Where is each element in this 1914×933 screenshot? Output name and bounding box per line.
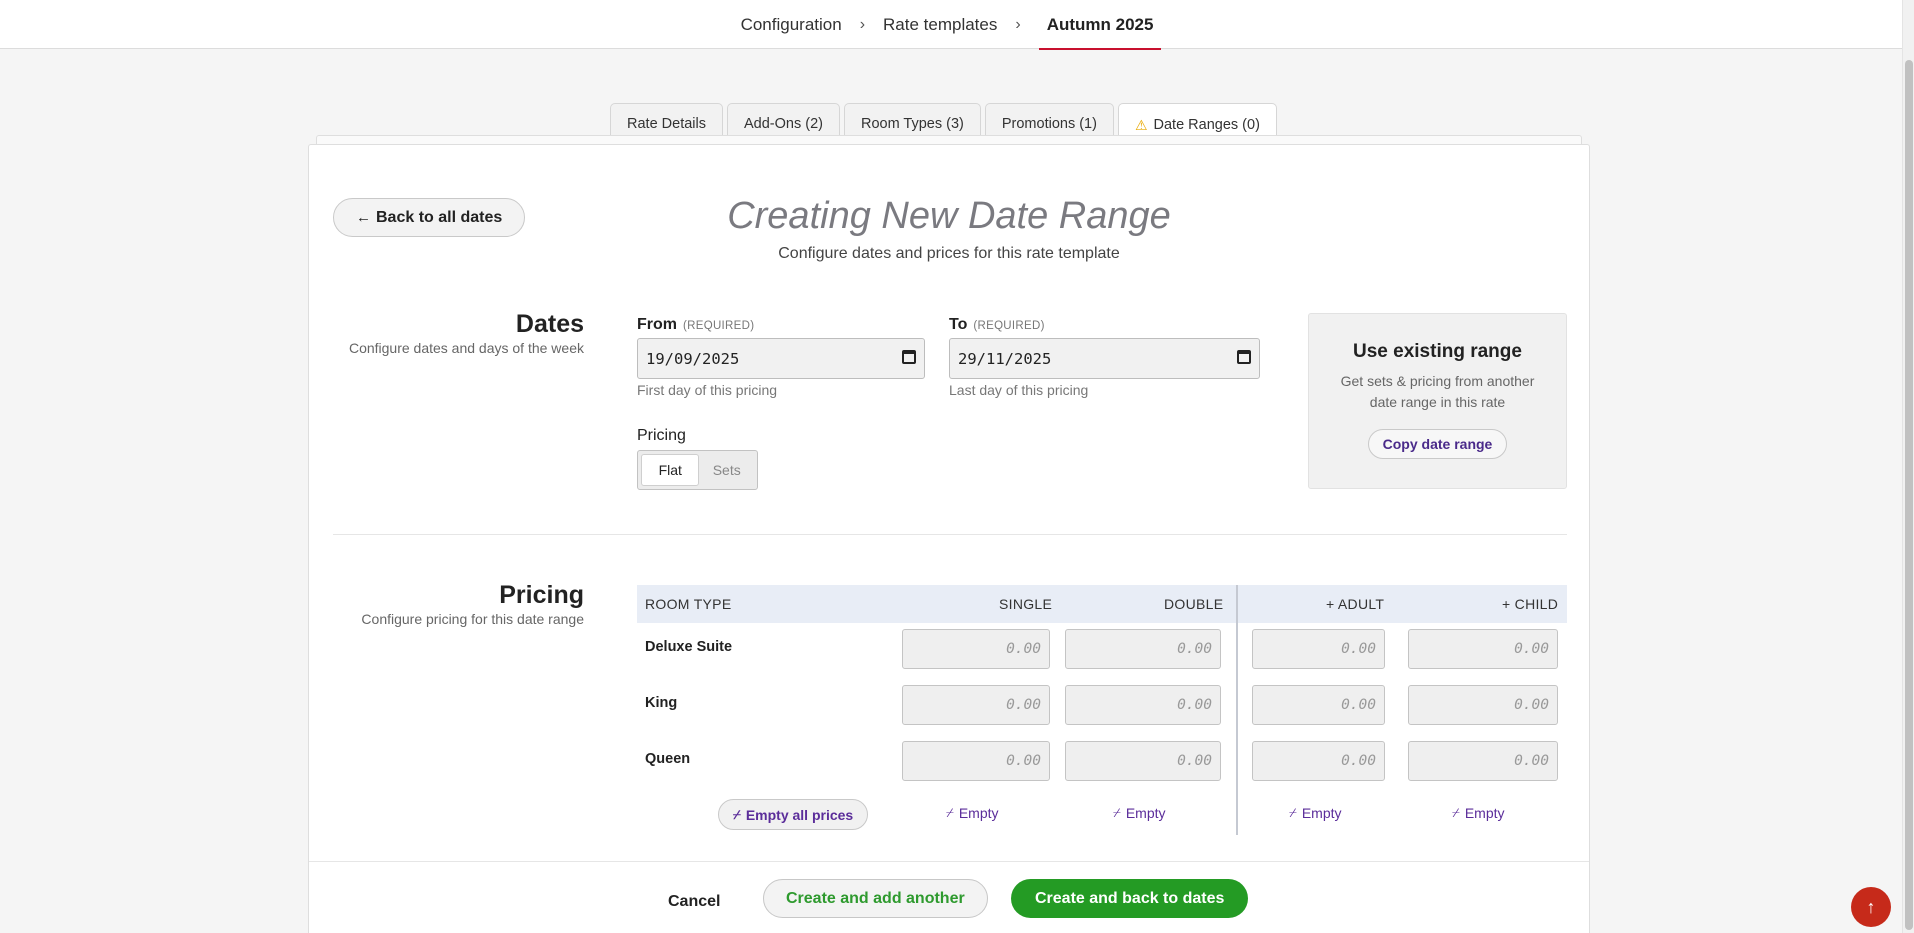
col-child: + CHILD [1502, 596, 1559, 612]
empty-adult-button[interactable]: ⌿ Empty [1289, 805, 1342, 821]
from-date-value: 19/09/2025 [646, 349, 740, 368]
from-hint: First day of this pricing [637, 382, 778, 398]
price-input-single[interactable]: 0.00 [902, 685, 1050, 725]
price-input-child[interactable]: 0.00 [1408, 629, 1558, 669]
calendar-icon[interactable] [1237, 350, 1251, 364]
breadcrumb-separator: › [1015, 15, 1021, 33]
empty-all-prices-button[interactable]: ⌿ Empty all prices [718, 799, 869, 830]
price-input-double[interactable]: 0.00 [1065, 629, 1221, 669]
price-input-adult[interactable]: 0.00 [1252, 741, 1385, 781]
to-label-text: To [949, 316, 968, 333]
tab-label: Promotions (1) [1001, 116, 1097, 132]
dates-section-title: Dates [515, 310, 584, 338]
breadcrumb-separator: › [859, 15, 866, 33]
pricing-section-title: Pricing [499, 581, 584, 609]
breadcrumb-configuration[interactable]: Configuration [741, 15, 842, 35]
tab-label: Date Ranges (0) [1153, 117, 1260, 133]
empty-label: Empty [958, 805, 999, 821]
breadcrumb-current: Autumn 2025 [1038, 0, 1162, 50]
from-label: From (REQUIRED) [637, 316, 754, 334]
section-divider [333, 534, 1567, 535]
from-date-input[interactable]: 19/09/2025 [637, 338, 925, 379]
page-scrollbar[interactable] [1902, 0, 1914, 933]
col-double: DOUBLE [1164, 596, 1224, 612]
cancel-button[interactable]: Cancel [668, 883, 720, 921]
top-bar: Configuration › Rate templates › Autumn … [0, 0, 1902, 50]
back-button-label: Back to all dates [376, 208, 503, 226]
warning-icon: ⚠ [1134, 116, 1148, 133]
price-input-adult[interactable]: 0.00 [1252, 629, 1385, 669]
pricing-mode-label: Pricing [637, 427, 686, 444]
breadcrumb-rate-templates[interactable]: Rate templates [883, 15, 997, 35]
required-tag: (REQUIRED) [973, 320, 1045, 332]
broom-icon: ⌿ [733, 806, 741, 822]
copy-date-range-button[interactable]: Copy date range [1367, 429, 1508, 459]
price-input-double[interactable]: 0.00 [1065, 685, 1221, 725]
tab-label: Room Types (3) [860, 116, 964, 132]
tab-label: Rate Details [627, 116, 706, 132]
to-date-input[interactable]: 29/11/2025 [949, 338, 1260, 379]
dates-section-description: Configure dates and days of the week [348, 340, 584, 356]
empty-label: Empty [1464, 805, 1505, 821]
empty-label: Empty [1125, 805, 1166, 821]
create-and-back-button[interactable]: Create and back to dates [1011, 879, 1249, 918]
arrow-up-icon: ↑ [1866, 896, 1876, 917]
col-adult: + ADULT [1326, 596, 1385, 612]
existing-range-title: Use existing range [1353, 341, 1522, 362]
price-input-double[interactable]: 0.00 [1065, 741, 1221, 781]
scrollbar-thumb[interactable] [1905, 60, 1913, 930]
page-subtitle: Configure dates and prices for this rate… [778, 245, 1120, 262]
room-name-king: King [645, 695, 678, 711]
to-label: To (REQUIRED) [949, 316, 1045, 334]
empty-all-label: Empty all prices [745, 806, 854, 823]
column-divider [1236, 585, 1238, 835]
price-input-adult[interactable]: 0.00 [1252, 685, 1385, 725]
scroll-to-top-button[interactable]: ↑ [1851, 887, 1891, 927]
col-room-type: ROOM TYPE [645, 596, 732, 612]
form-footer: Cancel Create and add another Create and… [309, 861, 1589, 933]
existing-range-description: Get sets & pricing from another date ran… [1340, 373, 1535, 410]
tab-label: Add-Ons (2) [743, 116, 823, 132]
price-input-single[interactable]: 0.00 [902, 629, 1050, 669]
arrow-left-icon: ← [356, 209, 371, 226]
room-name-queen: Queen [645, 751, 691, 767]
price-input-single[interactable]: 0.00 [902, 741, 1050, 781]
required-tag: (REQUIRED) [683, 320, 755, 332]
room-name-deluxe-suite: Deluxe Suite [645, 639, 733, 655]
broom-icon: ⌿ [946, 805, 954, 820]
to-date-value: 29/11/2025 [958, 349, 1052, 368]
to-hint: Last day of this pricing [949, 382, 1089, 398]
from-label-text: From [637, 316, 677, 333]
pricing-section-description: Configure pricing for this date range [361, 611, 584, 627]
calendar-icon[interactable] [902, 350, 916, 364]
broom-icon: ⌿ [1289, 805, 1297, 820]
back-to-all-dates-button[interactable]: ← Back to all dates [333, 198, 526, 237]
pricing-option-flat[interactable]: Flat [641, 454, 700, 486]
empty-double-button[interactable]: ⌿ Empty [1113, 805, 1166, 821]
col-single: SINGLE [999, 596, 1053, 612]
price-input-child[interactable]: 0.00 [1408, 685, 1558, 725]
price-input-child[interactable]: 0.00 [1408, 741, 1558, 781]
pricing-option-sets[interactable]: Sets [699, 454, 754, 486]
empty-single-button[interactable]: ⌿ Empty [946, 805, 999, 821]
empty-child-button[interactable]: ⌿ Empty [1452, 805, 1505, 821]
use-existing-range-panel: Use existing range Get sets & pricing fr… [1308, 313, 1567, 489]
pricing-table-header [637, 585, 1567, 623]
pricing-mode-toggle: Flat Sets [637, 450, 758, 490]
date-range-form-card: Creating New Date Range Configure dates … [308, 144, 1590, 933]
broom-icon: ⌿ [1452, 805, 1460, 820]
create-and-add-another-button[interactable]: Create and add another [763, 879, 988, 918]
broom-icon: ⌿ [1113, 805, 1121, 820]
empty-label: Empty [1301, 805, 1342, 821]
breadcrumb: Configuration › Rate templates › Autumn … [0, 0, 1902, 50]
